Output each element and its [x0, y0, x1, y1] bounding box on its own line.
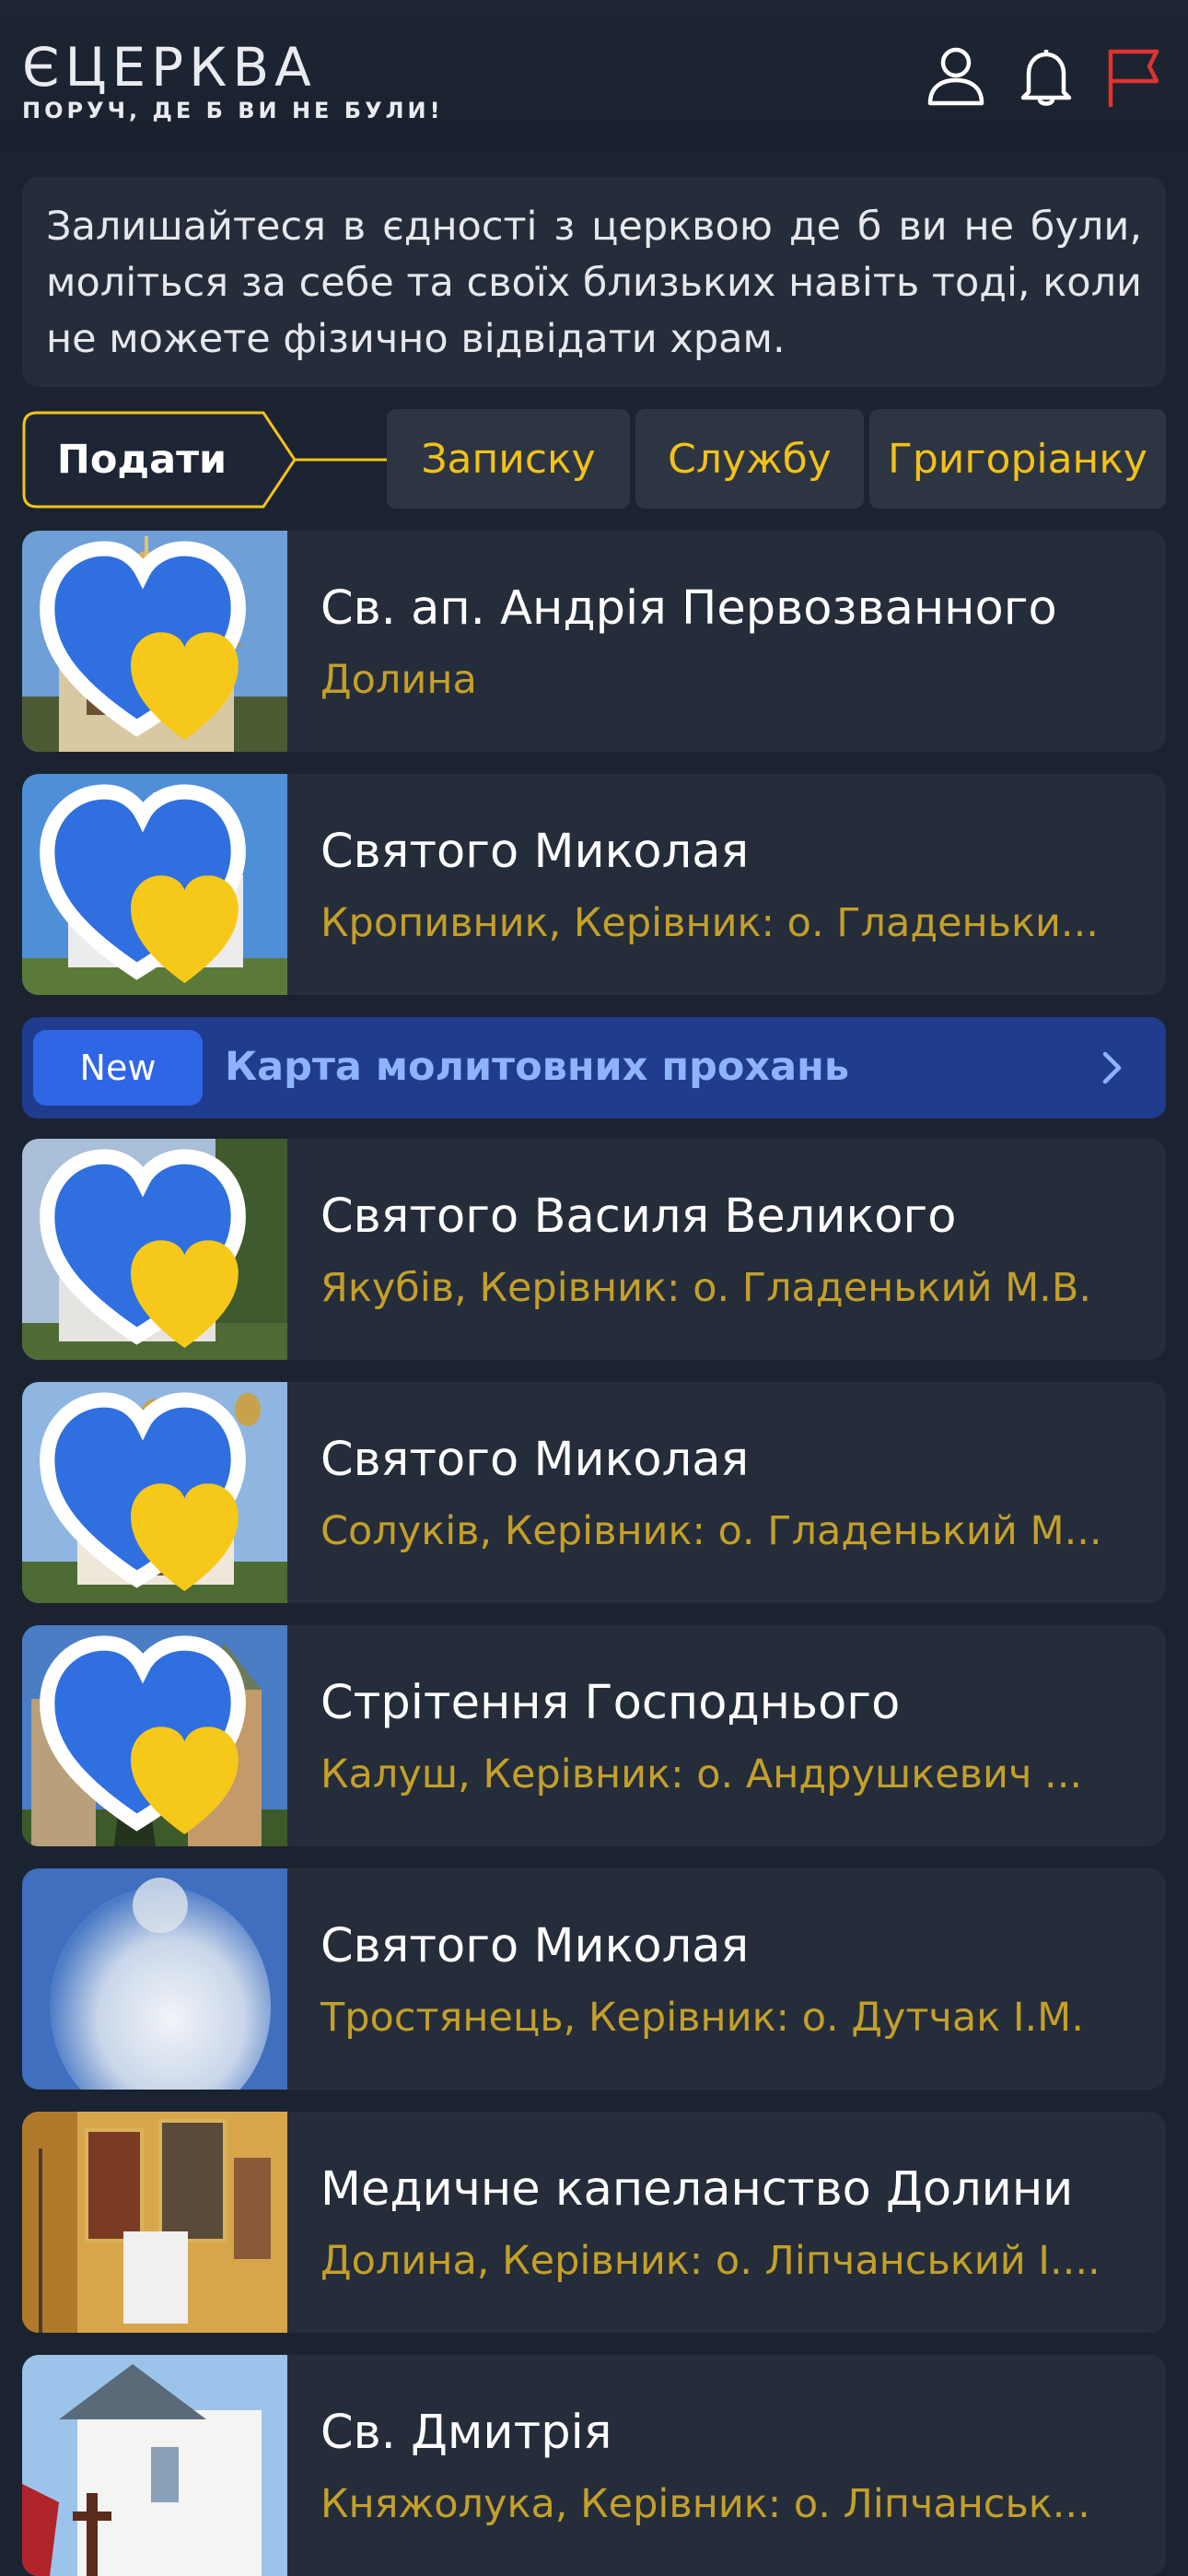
chevron-right-icon: [1102, 1051, 1122, 1084]
church-photo: [22, 1382, 287, 1603]
church-location: Долина, Керівник: о. Ліпчанський І....: [320, 2238, 1101, 2284]
banner-text: Карта молитовних прохань: [225, 1044, 850, 1090]
church-location: Тростянець, Керівник: о. Дутчак І.М.: [320, 1995, 1084, 2041]
church-name: Святого Миколая: [320, 825, 750, 879]
app-header: ЄЦЕРКВА ПОРУЧ, ДЕ Б ВИ НЕ БУЛИ!: [0, 0, 1188, 155]
church-photo: [22, 1139, 287, 1360]
church-name: Св. ап. Андрія Первозванного: [320, 581, 1057, 636]
church-photo: [22, 531, 287, 752]
church-card[interactable]: Св. ап. Андрія Первозванного Долина: [22, 531, 1166, 752]
ukraine-heart-icon: [40, 1392, 246, 1592]
church-photo: [22, 1625, 287, 1846]
ukraine-heart-icon: [40, 1149, 246, 1349]
intro-text: Залишайтеся в єдності з церквою де б ви …: [46, 204, 1142, 362]
church-name: Святого Миколая: [320, 1919, 750, 1973]
church-photo: [22, 774, 287, 995]
church-card[interactable]: Святого Миколая Тростянець, Керівник: о.…: [22, 1868, 1166, 2090]
logo-subtitle: ПОРУЧ, ДЕ Б ВИ НЕ БУЛИ!: [22, 98, 444, 123]
church-location: Долина: [320, 657, 477, 703]
tab-service[interactable]: Службу: [635, 409, 864, 509]
church-card[interactable]: Святого Миколая Солуків, Керівник: о. Гл…: [22, 1382, 1166, 1603]
submit-label: Подати: [56, 437, 227, 483]
church-location: Калуш, Керівник: о. Андрушкевич ...: [320, 1751, 1083, 1797]
bell-icon[interactable]: [1016, 44, 1077, 109]
new-badge: New: [33, 1030, 203, 1106]
church-photo: [22, 1868, 287, 2090]
church-name: Святого Миколая: [320, 1433, 750, 1487]
logo-title[interactable]: ЄЦЕРКВА: [22, 37, 317, 98]
prayer-map-banner[interactable]: New Карта молитовних прохань: [22, 1017, 1166, 1118]
tab-gregorian[interactable]: Григоріанку: [869, 409, 1166, 509]
church-location: Якубів, Керівник: о. Гладенький М.В.: [320, 1265, 1092, 1311]
church-photo: [22, 2355, 287, 2576]
church-name: Святого Василя Великого: [320, 1189, 957, 1244]
church-location: Кропивник, Керівник: о. Гладеньки...: [320, 900, 1099, 946]
church-photo: [22, 2112, 287, 2333]
church-name: Стрітення Господнього: [320, 1676, 901, 1730]
church-name: Св. Дмитрія: [320, 2406, 612, 2460]
ukraine-heart-icon: [40, 541, 246, 741]
ukraine-heart-icon: [40, 784, 246, 984]
church-location: Солуків, Керівник: о. Гладенький М...: [320, 1508, 1102, 1554]
tab-note[interactable]: Записку: [387, 409, 630, 509]
church-name: Медичне капеланство Долини: [320, 2162, 1074, 2217]
user-icon[interactable]: [926, 44, 986, 109]
church-card[interactable]: Медичне капеланство Долини Долина, Керів…: [22, 2112, 1166, 2333]
church-card[interactable]: Святого Миколая Кропивник, Керівник: о. …: [22, 774, 1166, 995]
church-card[interactable]: Св. Дмитрія Княжолука, Керівник: о. Ліпч…: [22, 2355, 1166, 2576]
ukraine-heart-icon: [40, 1635, 246, 1835]
flag-icon[interactable]: [1103, 44, 1164, 109]
church-location: Княжолука, Керівник: о. Ліпчанськ...: [320, 2481, 1090, 2527]
church-card[interactable]: Святого Василя Великого Якубів, Керівник…: [22, 1139, 1166, 1360]
intro-panel: Залишайтеся в єдності з церквою де б ви …: [22, 177, 1166, 387]
church-card[interactable]: Стрітення Господнього Калуш, Керівник: о…: [22, 1625, 1166, 1846]
